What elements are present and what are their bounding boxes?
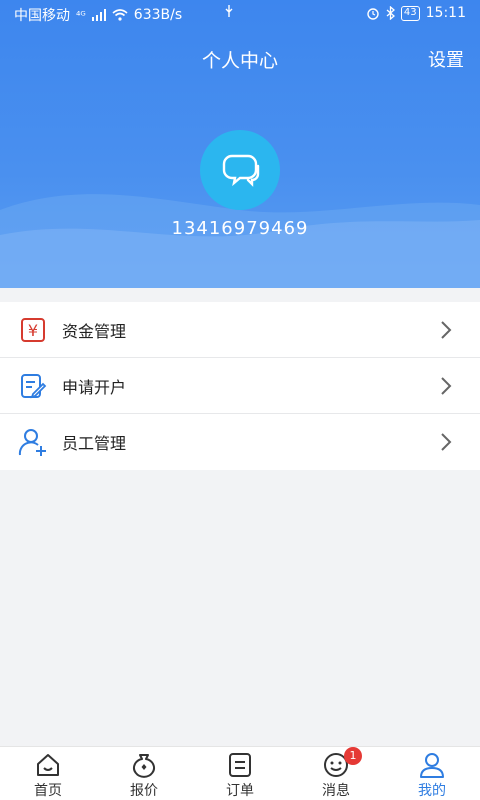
usb-icon [225, 5, 233, 17]
tab-orders[interactable]: 订单 [192, 747, 288, 800]
tab-quote[interactable]: 报价 [96, 747, 192, 800]
menu-item-fund-management[interactable]: ¥ 资金管理 [0, 302, 480, 358]
chevron-right-icon [441, 433, 452, 451]
profile-menu: ¥ 资金管理 申请开户 员工管理 [0, 302, 480, 470]
bottom-tab-bar: 首页 报价 订单 1 消息 我的 [0, 746, 480, 800]
top-navbar: 个人中心 设置 [0, 36, 480, 80]
chevron-right-icon [441, 377, 452, 395]
tab-label: 消息 [322, 783, 350, 799]
money-bag-icon [133, 754, 155, 778]
page-title: 个人中心 [201, 50, 278, 72]
svg-text:¥: ¥ [28, 321, 38, 340]
tab-label: 我的 [418, 783, 446, 799]
tab-home[interactable]: 首页 [0, 747, 96, 800]
chevron-right-icon [441, 321, 452, 339]
wifi-icon [112, 9, 128, 21]
user-phone-number: 13416979469 [171, 218, 309, 239]
battery-indicator: 43 [400, 5, 420, 21]
menu-item-label: 申请开户 [62, 377, 127, 397]
chat-bubble-icon [222, 154, 260, 187]
tab-messages[interactable]: 1 消息 [288, 747, 384, 800]
avatar[interactable] [200, 130, 280, 210]
status-bar: 中国移动 ⁴ᴳ 633B/s 43 15:11 [0, 0, 480, 28]
alarm-icon [367, 8, 379, 20]
tab-label: 首页 [34, 783, 62, 799]
bluetooth-icon [386, 6, 395, 20]
network-speed: 633B/s [133, 7, 183, 23]
tab-label: 订单 [226, 783, 254, 799]
edit-doc-icon [18, 371, 48, 401]
add-user-icon [18, 427, 48, 457]
tab-label: 报价 [130, 783, 158, 799]
menu-item-open-account[interactable]: 申请开户 [0, 358, 480, 414]
settings-button[interactable]: 设置 [428, 46, 464, 72]
tab-mine[interactable]: 我的 [384, 747, 480, 800]
status-time: 15:11 [425, 5, 466, 21]
user-icon [420, 753, 444, 778]
carrier-label: 中国移动 [14, 8, 70, 24]
yuan-icon: ¥ [18, 315, 48, 345]
profile-header: 中国移动 ⁴ᴳ 633B/s 43 15:11 个人中心 设置 13416979… [0, 0, 480, 288]
home-icon [37, 754, 59, 776]
menu-item-staff-management[interactable]: 员工管理 [0, 414, 480, 470]
unread-badge: 1 [344, 747, 362, 765]
menu-item-label: 资金管理 [62, 321, 127, 341]
network-type-label: ⁴ᴳ [76, 8, 86, 22]
signal-icon [91, 9, 106, 21]
menu-item-label: 员工管理 [62, 434, 127, 453]
order-list-icon [229, 753, 251, 777]
